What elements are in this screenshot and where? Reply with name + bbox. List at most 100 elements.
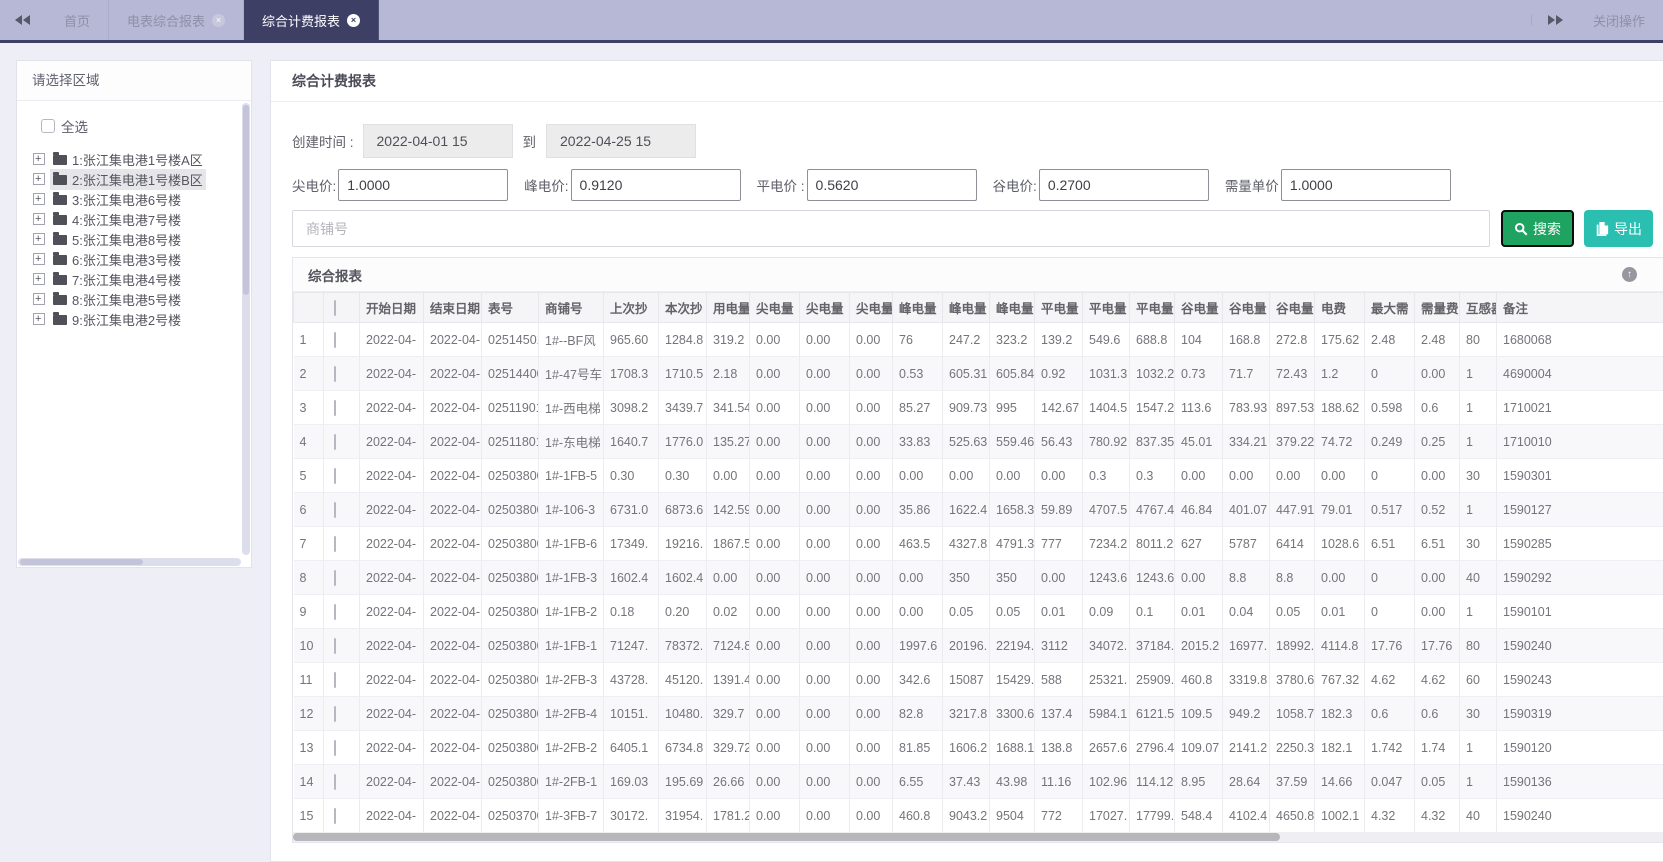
tab-home[interactable]: 首页	[46, 0, 109, 40]
row-checkbox[interactable]	[334, 740, 336, 756]
select-all-checkbox[interactable]	[41, 119, 55, 133]
price-input[interactable]	[1281, 169, 1451, 201]
row-checkbox[interactable]	[334, 672, 336, 688]
table-cell: 350	[943, 561, 990, 595]
tab-billing-report[interactable]: 综合计费报表	[244, 0, 379, 40]
table-cell: 783.93	[1223, 391, 1270, 425]
table-cell: 0	[1365, 357, 1415, 391]
tree-item[interactable]: 3:张江集电港6号楼	[33, 189, 237, 209]
date-from-input[interactable]	[363, 124, 513, 158]
row-checkbox[interactable]	[334, 604, 336, 620]
tree-item[interactable]: 6:张江集电港3号楼	[33, 249, 237, 269]
table-cell: 2022-04-	[424, 765, 482, 799]
row-checkbox[interactable]	[334, 706, 336, 722]
expand-icon[interactable]	[33, 273, 45, 285]
tree-item[interactable]: 9:张江集电港2号楼	[33, 309, 237, 329]
tree-item[interactable]: 7:张江集电港4号楼	[33, 269, 237, 289]
table-cell: 0.3	[1130, 459, 1175, 493]
table-cell: 35.86	[893, 493, 943, 527]
table-row: 22022-04-2022-04-025144001#-47号车1708.317…	[294, 357, 1663, 391]
table-cell: 9504	[990, 799, 1035, 833]
tab-meter-report[interactable]: 电表综合报表	[109, 0, 244, 40]
sidebar-horizontal-scrollbar[interactable]	[18, 558, 241, 566]
collapse-panel-icon[interactable]	[1622, 267, 1637, 282]
scroll-tabs-right-icon[interactable]	[1531, 15, 1577, 25]
close-tab-icon[interactable]	[347, 14, 360, 27]
expand-icon[interactable]	[33, 213, 45, 225]
scrollbar-thumb[interactable]	[243, 105, 249, 295]
search-button[interactable]: 搜索	[1501, 210, 1574, 247]
scroll-tabs-left-icon[interactable]	[0, 0, 46, 40]
row-checkbox[interactable]	[334, 468, 336, 484]
row-checkbox[interactable]	[334, 536, 336, 552]
table-row: 82022-04-2022-04-025038001#-1FB-31602.41…	[294, 561, 1663, 595]
tree-item[interactable]: 2:张江集电港1号楼B区	[33, 169, 237, 189]
table-cell: 772	[1035, 799, 1083, 833]
table-cell: 82.8	[893, 697, 943, 731]
table-cell: 1#-1FB-5	[539, 459, 604, 493]
table-cell: 247.2	[943, 323, 990, 357]
tree-item[interactable]: 4:张江集电港7号楼	[33, 209, 237, 229]
price-input[interactable]	[1039, 169, 1209, 201]
table-cell: 0.73	[1175, 357, 1223, 391]
tree-item-label: 7:张江集电港4号楼	[72, 270, 181, 289]
price-input[interactable]	[571, 169, 741, 201]
table-cell: 0.05	[1270, 595, 1315, 629]
table-horizontal-scrollbar[interactable]	[293, 832, 1663, 842]
row-checkbox[interactable]	[334, 332, 336, 348]
date-to-input[interactable]	[546, 124, 696, 158]
table-cell: 5787	[1223, 527, 1270, 561]
expand-icon[interactable]	[33, 173, 45, 185]
table-cell: 30	[1460, 527, 1497, 561]
table-cell: 31954.	[659, 799, 707, 833]
sidebar-vertical-scrollbar[interactable]	[242, 103, 250, 555]
table-cell: 0.25	[1415, 425, 1460, 459]
table-cell: 78372.	[659, 629, 707, 663]
tree-item[interactable]: 8:张江集电港5号楼	[33, 289, 237, 309]
expand-icon[interactable]	[33, 293, 45, 305]
export-button[interactable]: 导出	[1584, 210, 1653, 247]
table-cell: 2022-04-	[424, 595, 482, 629]
table-cell: 0.00	[800, 527, 850, 561]
expand-icon[interactable]	[33, 253, 45, 265]
price-input[interactable]	[338, 169, 508, 201]
expand-icon[interactable]	[33, 153, 45, 165]
close-tab-icon[interactable]	[212, 14, 225, 27]
table-row: 152022-04-2022-04-025037001#-3FB-730172.…	[294, 799, 1663, 833]
scrollbar-thumb[interactable]	[20, 559, 143, 565]
scrollbar-thumb[interactable]	[293, 833, 1280, 841]
page-title: 综合计费报表	[271, 61, 1663, 102]
row-checkbox[interactable]	[334, 366, 336, 382]
table-cell: 2022-04-	[360, 765, 424, 799]
table-cell: 909.73	[943, 391, 990, 425]
table-cell: 350	[990, 561, 1035, 595]
table-cell: 1#-1FB-2	[539, 595, 604, 629]
expand-icon[interactable]	[33, 193, 45, 205]
row-checkbox[interactable]	[334, 570, 336, 586]
expand-icon[interactable]	[33, 313, 45, 325]
table-cell: 15087	[943, 663, 990, 697]
row-checkbox[interactable]	[334, 434, 336, 450]
row-checkbox[interactable]	[334, 400, 336, 416]
row-checkbox[interactable]	[334, 808, 336, 824]
folder-icon	[53, 275, 67, 285]
table-row: 32022-04-2022-04-025119011#-西电梯3098.2343…	[294, 391, 1663, 425]
table-cell: 0.00	[1415, 459, 1460, 493]
table-cell: 0.00	[750, 527, 800, 561]
select-all-rows-checkbox[interactable]	[334, 300, 336, 316]
close-operations-button[interactable]: 关闭操作	[1577, 11, 1663, 30]
shop-number-input[interactable]	[292, 210, 1490, 247]
table-cell: 1776.0	[659, 425, 707, 459]
tree-item[interactable]: 1:张江集电港1号楼A区	[33, 149, 237, 169]
table-cell: 0.00	[1175, 561, 1223, 595]
price-input[interactable]	[807, 169, 977, 201]
expand-icon[interactable]	[33, 233, 45, 245]
table-cell: 37.59	[1270, 765, 1315, 799]
table-cell: 17349.	[604, 527, 659, 561]
table-cell: 559.46	[990, 425, 1035, 459]
row-checkbox[interactable]	[334, 638, 336, 654]
tree-item[interactable]: 5:张江集电港8号楼	[33, 229, 237, 249]
row-checkbox[interactable]	[334, 774, 336, 790]
table-cell: 329.7	[707, 697, 750, 731]
row-checkbox[interactable]	[334, 502, 336, 518]
